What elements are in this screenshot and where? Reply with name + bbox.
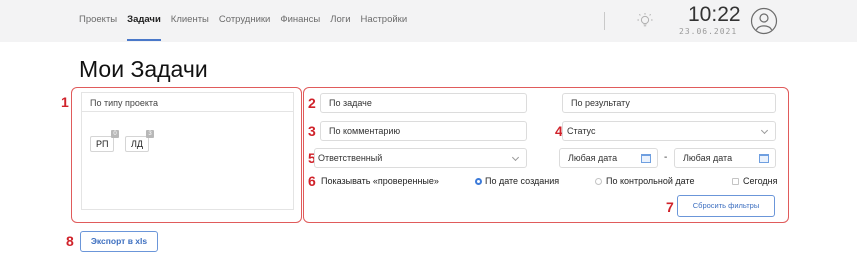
responsible-select[interactable]: Ответственный [314,148,527,168]
comment-search-input[interactable]: По комментарию [320,121,527,141]
calendar-icon[interactable] [759,154,769,163]
annotation-number: 1 [61,94,69,110]
status-select-label: Статус [567,126,596,136]
date-range-separator: - [664,152,668,163]
top-bar: Проекты Задачи Клиенты Сотрудники Финанс… [0,0,857,42]
date-from-input[interactable]: Любая дата [559,148,658,168]
task-search-input[interactable]: По задаче [320,93,527,113]
project-tag-rp[interactable]: РП [90,136,115,152]
sort-by-control-label[interactable]: По контрольной дате [606,176,694,186]
chevron-down-icon [760,126,769,135]
clock-date: 23.06.2021 [679,27,738,36]
sort-by-created-radio[interactable] [475,178,482,185]
nav-tasks[interactable]: Задачи [127,14,161,41]
main-nav: Проекты Задачи Клиенты Сотрудники Финанс… [79,14,417,41]
project-tag-count: 0 [111,130,119,138]
chevron-down-icon [511,153,520,162]
date-from-value: Любая дата [568,153,618,163]
nav-finance[interactable]: Финансы [280,14,320,25]
date-to-input[interactable]: Любая дата [674,148,776,168]
status-select[interactable]: Статус [562,121,776,141]
calendar-icon[interactable] [641,154,651,163]
today-checkbox[interactable] [732,178,739,185]
nav-logs[interactable]: Логи [330,14,350,25]
nav-employees[interactable]: Сотрудники [219,14,270,25]
date-to-value: Любая дата [683,153,733,163]
lightbulb-icon[interactable] [636,12,654,30]
annotation-number: 8 [66,233,74,249]
sort-by-control-radio[interactable] [595,178,602,185]
project-type-header: По типу проекта [82,93,293,112]
page-title: Мои Задачи [79,56,208,82]
topbar-divider [604,12,605,30]
result-search-input[interactable]: По результату [562,93,776,113]
user-avatar-icon[interactable] [750,7,778,35]
nav-projects[interactable]: Проекты [79,14,117,25]
responsible-select-label: Ответственный [318,153,383,163]
nav-settings[interactable]: Настройки [361,14,408,25]
today-label[interactable]: Сегодня [743,176,778,186]
project-tag-ld[interactable]: ЛД [125,136,150,152]
reset-filters-button[interactable]: Сбросить фильтры [677,195,775,217]
show-checked-label[interactable]: Показывать «проверенные» [321,176,439,186]
clock-time: 10:22 [688,3,741,26]
sort-by-created-label[interactable]: По дате создания [485,176,559,186]
export-xls-button[interactable]: Экспорт в xls [80,231,158,252]
project-tag-count: 3 [146,130,154,138]
nav-clients[interactable]: Клиенты [171,14,209,25]
